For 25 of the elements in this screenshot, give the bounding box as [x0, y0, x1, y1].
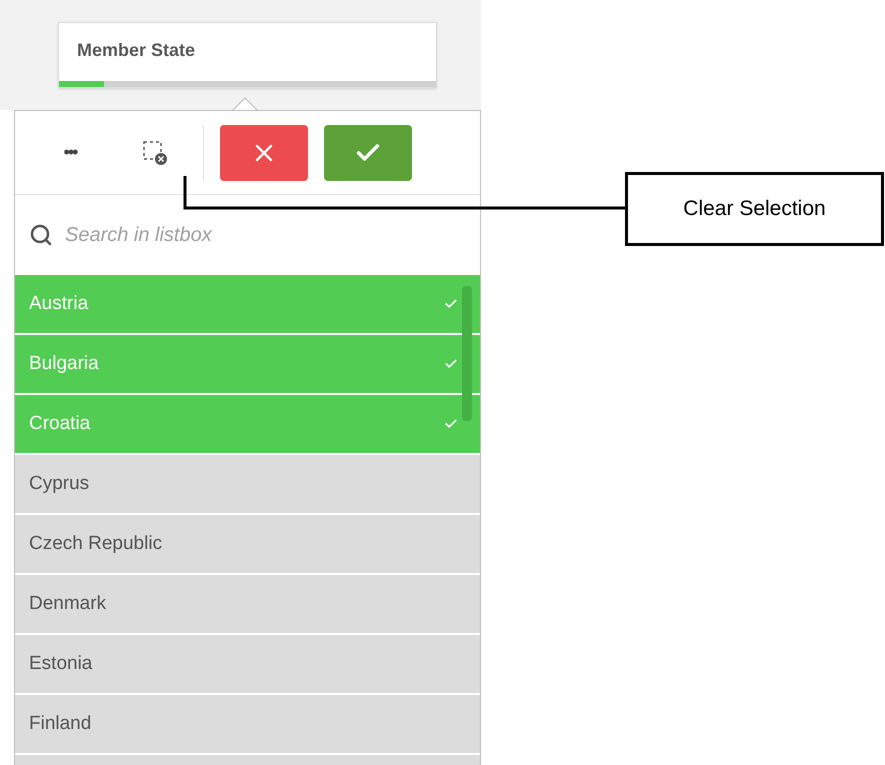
item-label: Finland: [29, 712, 92, 736]
callout-text: Clear Selection: [683, 196, 826, 222]
listbox-header[interactable]: Member State: [58, 22, 437, 88]
check-icon: [444, 297, 458, 311]
search-field[interactable]: Search in listbox: [65, 220, 466, 250]
item-label: Croatia: [29, 412, 90, 436]
list-item[interactable]: Cyprus: [15, 455, 480, 515]
search-icon: [29, 223, 53, 247]
item-label: Bulgaria: [29, 352, 99, 376]
item-label: Denmark: [29, 592, 106, 616]
cancel-button[interactable]: [220, 124, 308, 180]
item-label: Austria: [29, 292, 88, 316]
item-label: Czech Republic: [29, 532, 162, 556]
more-button[interactable]: •••: [15, 124, 125, 180]
listbox-title: Member State: [76, 39, 196, 62]
confirm-button[interactable]: [324, 124, 412, 180]
list-item[interactable]: Denmark: [15, 575, 480, 635]
item-label: Estonia: [29, 652, 92, 676]
check-icon: [444, 417, 458, 431]
item-label: Cyprus: [29, 472, 90, 496]
list-item[interactable]: Finland: [15, 695, 480, 755]
list-item[interactable]: Czech Republic: [15, 515, 480, 575]
check-icon: [444, 357, 458, 371]
list-item[interactable]: Estonia: [15, 635, 480, 695]
clear-selection-icon: [142, 140, 168, 166]
